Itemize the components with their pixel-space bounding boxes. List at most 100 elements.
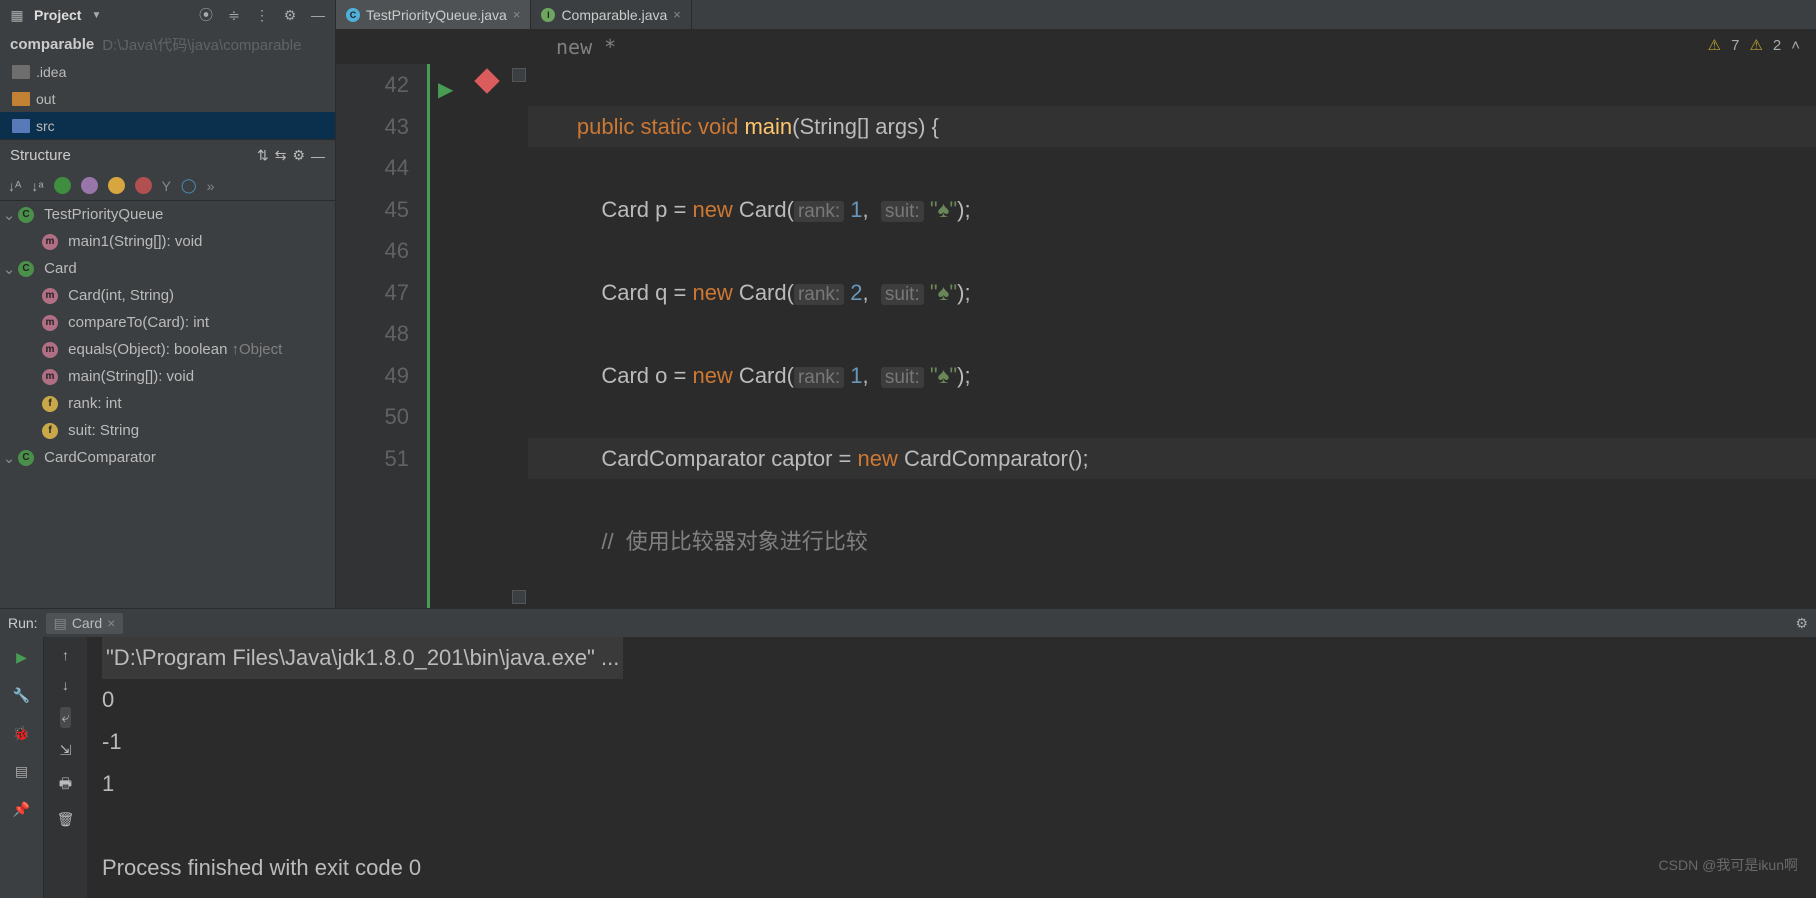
run-tab[interactable]: ▤ Card ×	[46, 613, 124, 634]
console-output[interactable]: "D:\Program Files\Java\jdk1.8.0_201\bin\…	[88, 637, 1816, 898]
run-header: Run: ▤ Card × ⚙	[0, 609, 1816, 637]
code-line[interactable]: public static void main(String[] args) {	[528, 106, 1816, 148]
chevron-down-icon[interactable]: ▼	[91, 10, 101, 21]
code-line[interactable]: Card o = new Card(rank: 1, suit: "♠");	[528, 355, 1816, 397]
tree-item-src[interactable]: src	[0, 112, 335, 139]
line-number: 50	[336, 396, 409, 438]
line-number: 51	[336, 438, 409, 480]
console-line: 1	[102, 763, 1802, 805]
folder-icon	[12, 65, 30, 79]
inspections-widget[interactable]: ⚠7 ⚠2 ˄	[1708, 36, 1800, 54]
method-node[interactable]: m main(String[]): void	[0, 363, 335, 390]
field-icon: f	[42, 396, 58, 412]
wrench-icon[interactable]: 🔧	[12, 685, 32, 705]
field-node[interactable]: f rank: int	[0, 390, 335, 417]
locate-icon[interactable]: ⦿	[195, 4, 217, 26]
print-icon[interactable]: 🖶	[59, 773, 72, 797]
method-icon: m	[42, 288, 58, 304]
chevron-up-icon[interactable]: ˄	[1791, 37, 1800, 54]
line-number: 48	[336, 313, 409, 355]
folder-icon	[12, 119, 30, 133]
member-label: main(String[]): void	[68, 368, 194, 385]
console-line: Process finished with exit code 0	[102, 847, 1802, 889]
field-node[interactable]: f suit: String	[0, 417, 335, 444]
method-icon: m	[42, 369, 58, 385]
filter-icon[interactable]: ⇆	[275, 147, 287, 164]
code-line[interactable]: Card p = new Card(rank: 1, suit: "♠");	[528, 189, 1816, 231]
editor-breadcrumb[interactable]: new *	[556, 35, 616, 59]
member-label: rank: int	[68, 395, 121, 412]
console-line: -1	[102, 721, 1802, 763]
show-properties-icon[interactable]	[81, 177, 98, 194]
tab-comparable[interactable]: I Comparable.java ×	[531, 0, 691, 29]
sort-icon[interactable]: ⇅	[257, 147, 269, 164]
breadcrumb: comparable D:\Java\代码\java\comparable	[0, 30, 335, 58]
field-icon: f	[42, 423, 58, 439]
fold-start-icon[interactable]	[512, 68, 526, 82]
gear-icon[interactable]: ⚙	[279, 4, 301, 26]
editor-body[interactable]: 42 43 44 45 46 47 48 49 50 51 ▶	[336, 64, 1816, 608]
member-label: compareTo(Card): int	[68, 314, 209, 331]
scroll-icon[interactable]: ⇲	[60, 742, 72, 759]
project-title[interactable]: Project	[34, 7, 81, 23]
class-node[interactable]: ⌄C TestPriorityQueue	[0, 201, 335, 228]
inherited-icon[interactable]: Y	[162, 178, 171, 194]
tab-testpriorityqueue[interactable]: C TestPriorityQueue.java ×	[336, 0, 531, 29]
run-icon[interactable]: ▶	[12, 647, 32, 667]
tab-label: TestPriorityQueue.java	[366, 7, 507, 23]
show-nonpublic-icon[interactable]	[135, 177, 152, 194]
module-path: D:\Java\代码\java\comparable	[102, 34, 301, 55]
more-icon[interactable]: »	[207, 178, 215, 194]
module-name[interactable]: comparable	[10, 36, 94, 53]
code-line[interactable]: System.out.println(captor.compare(p, o))…	[528, 604, 1816, 609]
fold-end-icon[interactable]	[512, 590, 526, 604]
run-title: Run:	[8, 615, 38, 631]
anonymous-icon[interactable]: ◯	[181, 177, 197, 194]
sort-visibility-icon[interactable]: ↓ᵃ	[31, 178, 43, 194]
line-number: 43	[336, 106, 409, 148]
method-node[interactable]: m main1(String[]): void	[0, 228, 335, 255]
show-fields-icon[interactable]	[108, 177, 125, 194]
layout-icon[interactable]: ▤	[12, 761, 32, 781]
close-icon[interactable]: ×	[107, 615, 115, 631]
console-line	[102, 805, 1802, 847]
hide-icon[interactable]: —	[311, 148, 325, 164]
code-line[interactable]: Card q = new Card(rank: 2, suit: "♠");	[528, 272, 1816, 314]
tree-item-out[interactable]: out	[0, 85, 335, 112]
gutter-actions[interactable]: ▶	[430, 64, 528, 608]
gear-icon[interactable]: ⚙	[292, 147, 305, 164]
method-node[interactable]: m equals(Object): boolean↑Object	[0, 336, 335, 363]
softwrap-icon[interactable]: ⤶	[60, 707, 72, 728]
main-area: ▦ Project ▼ ⦿ ≑ ⋮ ⚙ — comparable D:\Java…	[0, 0, 1816, 608]
hide-icon[interactable]: —	[307, 4, 329, 26]
up-icon[interactable]: ↑	[62, 647, 69, 663]
gear-icon[interactable]: ⚙	[1795, 615, 1808, 632]
project-tree[interactable]: .idea out src	[0, 58, 335, 139]
pin-icon[interactable]: 📌	[12, 799, 32, 819]
down-icon[interactable]: ↓	[62, 677, 69, 693]
tree-label: .idea	[36, 64, 66, 80]
project-toolwindow-header: ▦ Project ▼ ⦿ ≑ ⋮ ⚙ —	[0, 0, 335, 30]
code-area[interactable]: public static void main(String[] args) {…	[528, 64, 1816, 608]
code-line[interactable]: CardComparator captor = new CardComparat…	[528, 438, 1816, 480]
bug-icon[interactable]: 🐞	[12, 723, 32, 743]
code-line[interactable]: // 使用比较器对象进行比较	[528, 521, 1816, 563]
close-icon[interactable]: ×	[673, 7, 681, 22]
run-gutter-icon[interactable]: ▶	[438, 70, 453, 112]
trash-icon[interactable]: 🗑	[57, 811, 75, 828]
class-node[interactable]: ⌄C Card	[0, 255, 335, 282]
structure-tree[interactable]: ⌄C TestPriorityQueue m main1(String[]): …	[0, 201, 335, 608]
expand-icon[interactable]: ≑	[223, 4, 245, 26]
close-icon[interactable]: ×	[513, 7, 521, 22]
gutter[interactable]: 42 43 44 45 46 47 48 49 50 51	[336, 64, 430, 608]
show-interfaces-icon[interactable]	[54, 177, 71, 194]
class-node[interactable]: ⌄C CardComparator	[0, 444, 335, 471]
method-node[interactable]: m Card(int, String)	[0, 282, 335, 309]
method-node[interactable]: m compareTo(Card): int	[0, 309, 335, 336]
tree-item-idea[interactable]: .idea	[0, 58, 335, 85]
breakpoint-icon[interactable]	[474, 68, 499, 93]
structure-toolbar: ↓ᴬ ↓ᵃ Y ◯ »	[0, 171, 335, 201]
sort-alpha-icon[interactable]: ↓ᴬ	[8, 178, 21, 194]
override-label: ↑Object	[231, 341, 282, 358]
java-interface-icon: I	[541, 8, 555, 22]
